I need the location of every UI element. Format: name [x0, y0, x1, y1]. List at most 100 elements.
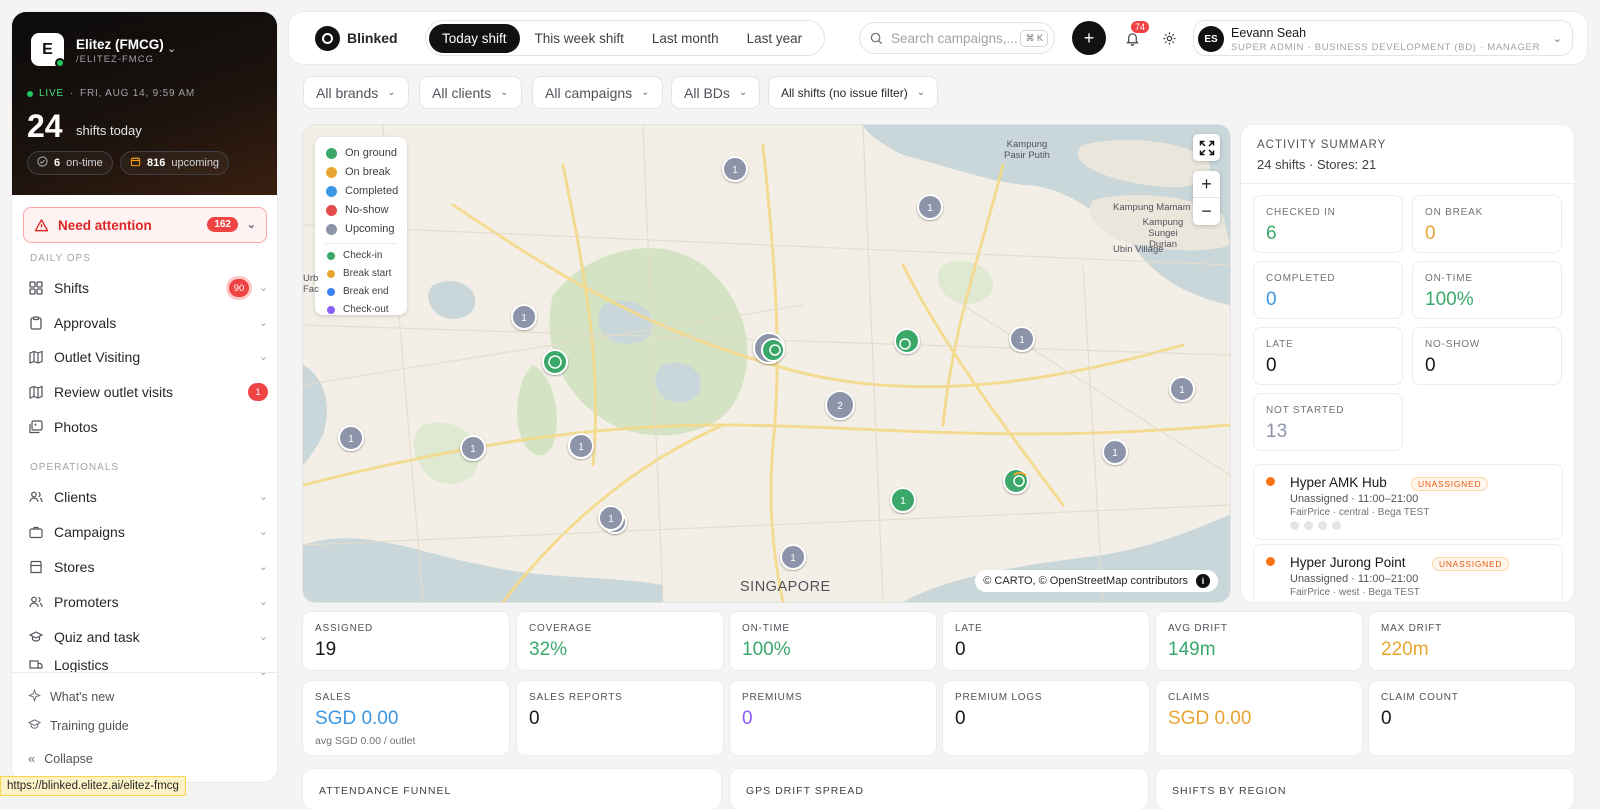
svg-text:1: 1 — [1112, 448, 1118, 459]
user-role: SUPER ADMIN · BUSINESS DEVELOPMENT (BD) … — [1231, 42, 1541, 53]
shift-alert-item[interactable]: Hyper Jurong Point UNASSIGNED Unassigned… — [1253, 544, 1563, 602]
on-ground-marker — [1003, 468, 1029, 494]
filter-label: All campaigns — [545, 84, 633, 101]
sidebar-item-outlet-visiting[interactable]: Outlet Visiting ⌄ — [28, 342, 268, 372]
users-icon — [28, 594, 44, 610]
kpi-assigned: ASSIGNED 19 — [303, 612, 509, 670]
live-time: FRI, AUG 14, 9:59 AM — [80, 88, 195, 99]
svg-text:1: 1 — [927, 203, 933, 214]
upcoming-pill[interactable]: 816 upcoming — [120, 151, 230, 175]
attendance-funnel-card: ATTENDANCE FUNNEL — [303, 769, 721, 809]
svg-text:1: 1 — [732, 165, 738, 176]
kpi-sales-reports: SALES REPORTS 0 — [517, 681, 723, 755]
graduation-cap-icon — [27, 718, 42, 734]
svg-text:1: 1 — [900, 496, 906, 507]
sidebar-item-review-outlet-visits[interactable]: Review outlet visits 1 — [28, 377, 268, 407]
filter-clients[interactable]: All clients ⌄ — [419, 76, 522, 109]
sidebar-item-approvals[interactable]: Approvals ⌄ — [28, 308, 268, 338]
sidebar-item-shifts[interactable]: Shifts 90 ⌄ — [28, 273, 268, 303]
sidebar-item-label: Review outlet visits — [54, 384, 174, 400]
filter-shifts[interactable]: All shifts (no issue filter) ⌄ — [768, 76, 939, 109]
need-attention-button[interactable]: Need attention 162 ⌄ — [23, 207, 267, 243]
top-bar: Blinked Today shift This week shift Last… — [289, 12, 1587, 64]
alert-shift-meta: FairPrice · central · Bega TEST — [1290, 507, 1430, 518]
sparkle-icon — [28, 688, 41, 705]
collapse-sidebar-button[interactable]: « Collapse — [28, 751, 93, 766]
tab-last-month[interactable]: Last month — [639, 24, 732, 53]
map-attribution: © CARTO, © OpenStreetMap contributors i — [975, 570, 1218, 592]
users-icon — [28, 489, 44, 505]
sidebar-footer-divider — [12, 672, 277, 673]
sidebar-item-label: Promoters — [54, 594, 119, 610]
org-switch-chevron-icon[interactable]: ⌄ — [167, 42, 176, 55]
alert-shift-time: Unassigned · 11:00–21:00 — [1290, 573, 1419, 585]
search-input[interactable]: Search campaigns,... ⌘ K — [859, 22, 1055, 54]
sidebar-item-label: Logistics — [54, 657, 109, 673]
sidebar-item-campaigns[interactable]: Campaigns ⌄ — [28, 517, 268, 547]
filter-label: All shifts (no issue filter) — [781, 85, 908, 100]
attribution-text: © CARTO, © OpenStreetMap contributors — [983, 575, 1188, 587]
briefcase-icon — [28, 524, 44, 540]
tab-this-week-shift[interactable]: This week shift — [522, 24, 637, 53]
stat-on-break: ON BREAK 0 — [1412, 195, 1562, 253]
sidebar-item-logistics[interactable]: Logistics ⌄ — [28, 657, 268, 677]
info-icon[interactable]: i — [1196, 574, 1210, 588]
svg-text:1: 1 — [470, 444, 476, 455]
need-attention-count: 162 — [207, 217, 238, 232]
sidebar-item-label: Stores — [54, 559, 95, 575]
shifts-badge: 90 — [229, 279, 249, 297]
svg-text:1: 1 — [521, 313, 527, 324]
review-badge: 1 — [248, 383, 268, 401]
sidebar-item-clients[interactable]: Clients ⌄ — [28, 482, 268, 512]
gear-icon[interactable] — [1158, 27, 1180, 49]
stat-checked-in: CHECKED IN 6 — [1253, 195, 1403, 253]
gps-drift-spread-card: GPS DRIFT SPREAD — [730, 769, 1148, 809]
chevron-down-icon: ⌄ — [641, 87, 650, 98]
search-placeholder: Search campaigns,... — [891, 30, 1018, 46]
sidebar-item-promoters[interactable]: Promoters ⌄ — [28, 587, 268, 617]
blinked-logo-icon[interactable] — [315, 26, 340, 51]
sidebar-item-stores[interactable]: Stores ⌄ — [28, 552, 268, 582]
shift-alert-item[interactable]: Hyper AMK Hub UNASSIGNED Unassigned · 11… — [1253, 464, 1563, 540]
upcoming-pill-value: 816 — [147, 157, 166, 169]
filter-campaigns[interactable]: All campaigns ⌄ — [532, 76, 663, 109]
whats-new-link[interactable]: What's new — [28, 688, 114, 705]
org-name[interactable]: Elitez (FMCG) — [76, 37, 164, 52]
sidebar: E Elitez (FMCG) /ELITEZ-FMCG ⌄ LIVE · FR… — [12, 12, 277, 782]
filter-brands[interactable]: All brands ⌄ — [303, 76, 409, 109]
cluster-marker: 2 — [825, 390, 855, 420]
filter-bds[interactable]: All BDs ⌄ — [671, 76, 761, 109]
user-menu[interactable]: ES Eevann Seah SUPER ADMIN · BUSINESS DE… — [1193, 20, 1573, 56]
live-dot-icon — [27, 90, 33, 97]
cluster-marker: 1 — [890, 487, 916, 513]
sidebar-item-label: Approvals — [54, 315, 117, 331]
tab-last-year[interactable]: Last year — [734, 24, 816, 53]
svg-text:1: 1 — [1179, 385, 1185, 396]
sidebar-item-photos[interactable]: Photos — [28, 412, 268, 442]
brand-name[interactable]: Blinked — [347, 30, 398, 46]
chevron-down-icon: ⌄ — [258, 491, 268, 503]
stat-completed: COMPLETED 0 — [1253, 261, 1403, 319]
shifts-by-region-card: SHIFTS BY REGION — [1156, 769, 1574, 809]
create-button[interactable]: + — [1072, 21, 1106, 55]
status-badge: UNASSIGNED — [1432, 557, 1510, 571]
chevron-down-icon: ⌄ — [258, 596, 268, 608]
training-guide-link[interactable]: Training guide — [27, 718, 129, 734]
sidebar-item-quiz-and-task[interactable]: Quiz and task ⌄ — [28, 622, 268, 652]
org-slug: /ELITEZ-FMCG — [76, 54, 154, 65]
shift-map[interactable]: On ground On break Completed No-show Upc… — [303, 125, 1230, 602]
on-time-pill[interactable]: 6 on-time — [27, 151, 113, 175]
cluster-marker: 1 — [1102, 439, 1128, 465]
sidebar-item-label: Clients — [54, 489, 97, 505]
cluster-marker: 1 — [1009, 326, 1035, 352]
cluster-marker: 1 — [460, 435, 486, 461]
tab-today-shift[interactable]: Today shift — [429, 23, 520, 53]
kpi-sales-avg: avg SGD 0.00 / outlet — [315, 735, 416, 747]
filter-label: All brands — [316, 84, 379, 101]
cluster-marker: 1 — [780, 544, 806, 570]
status-dot-icon — [1266, 557, 1275, 566]
svg-text:1: 1 — [608, 514, 614, 525]
training-guide-label: Training guide — [50, 719, 129, 733]
shifts-today-label: shifts today — [76, 123, 142, 138]
shifts-today-count: 24 — [27, 108, 63, 144]
